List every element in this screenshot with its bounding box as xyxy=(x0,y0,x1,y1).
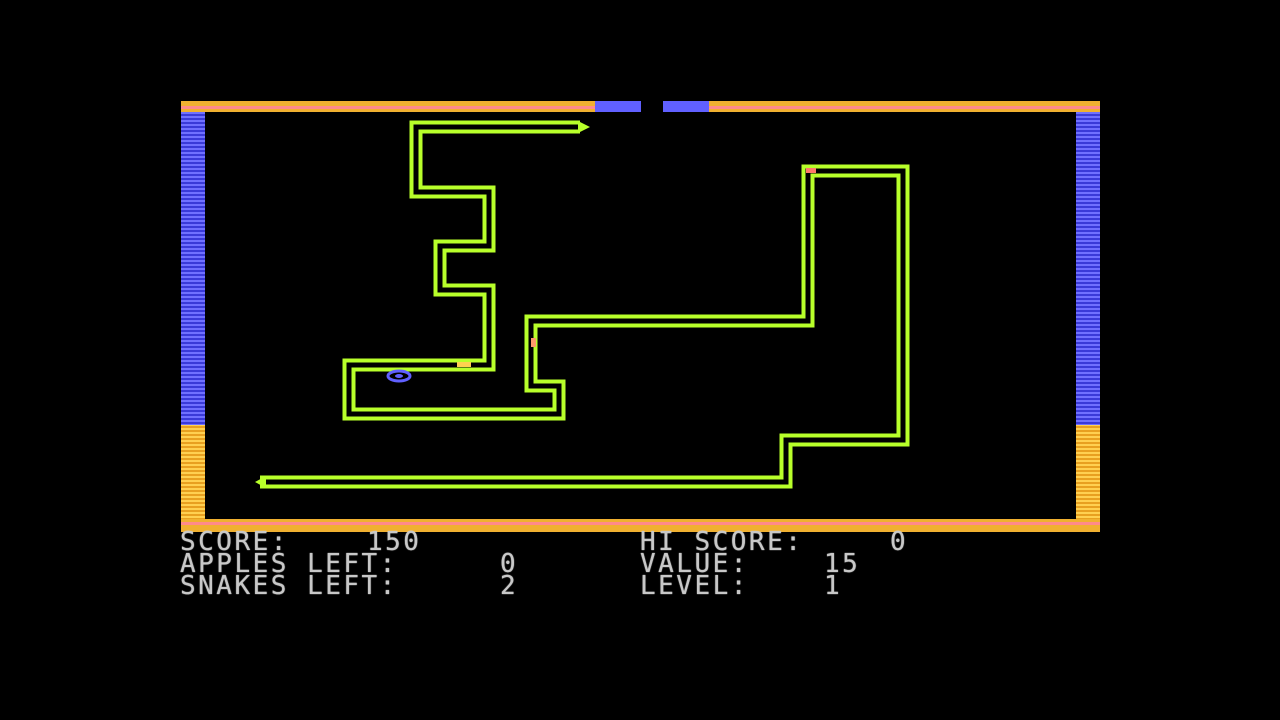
right-wall-orange xyxy=(1076,425,1100,525)
level-label: LEVEL: xyxy=(640,571,749,601)
left-wall-blue xyxy=(181,112,205,425)
level-value: 1 xyxy=(824,571,843,601)
apple-mark xyxy=(531,338,536,347)
snakes-left-value: 2 xyxy=(500,571,519,601)
hi-score-value: 0 xyxy=(890,527,909,557)
player-snake xyxy=(255,120,910,489)
apple-mark xyxy=(806,168,816,173)
exit-gate-left xyxy=(595,101,641,112)
bottom-wall-stripe xyxy=(181,522,1100,525)
top-wall-left-stripe xyxy=(181,106,595,109)
snake-body-inner xyxy=(266,124,906,485)
hud-panel: SCORE: 150 HI SCORE: 0 APPLES LEFT: 0 VA… xyxy=(180,527,1100,604)
snakes-left-label: SNAKES LEFT: xyxy=(180,571,398,601)
top-wall-right-stripe xyxy=(709,106,1100,109)
right-wall-blue xyxy=(1076,112,1100,425)
exit-gate-right xyxy=(663,101,709,112)
hud-row-3: SNAKES LEFT: 2 LEVEL: 1 xyxy=(180,571,1100,601)
snake-tip-top xyxy=(578,121,590,133)
apple-mark xyxy=(457,362,471,367)
left-wall-orange xyxy=(181,425,205,525)
egg-item xyxy=(386,369,412,383)
